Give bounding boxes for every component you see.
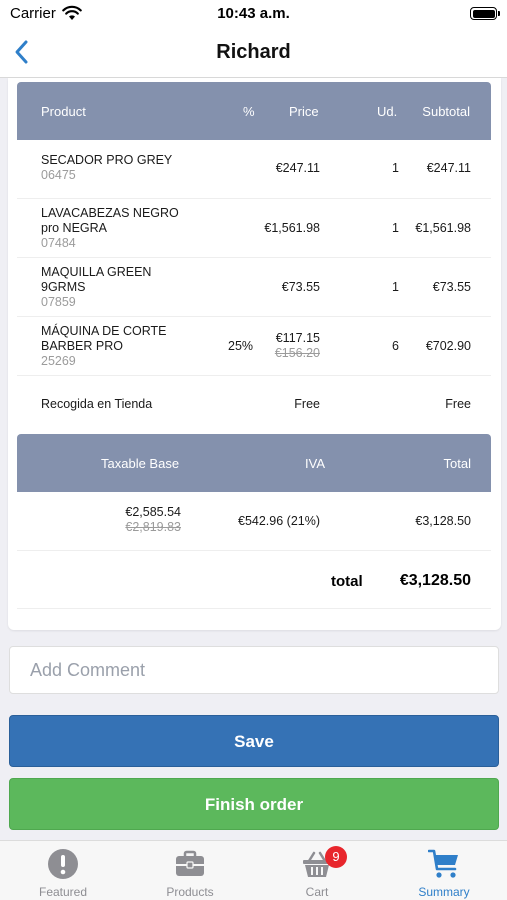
product-code: 06475 — [41, 168, 76, 182]
tab-summary-label: Summary — [418, 885, 470, 899]
product-price: €1,561.98 — [264, 221, 320, 235]
tab-featured[interactable]: Featured — [0, 841, 126, 900]
header-subtotal: Subtotal — [422, 104, 470, 119]
product-name: MAQUILLA GREEN 9GRMS — [41, 265, 152, 294]
tab-featured-label: Featured — [38, 885, 88, 899]
order-summary-card: Product % Price Ud. Subtotal SECADOR PRO… — [8, 78, 501, 630]
header-price: Price — [289, 104, 319, 119]
briefcase-icon — [176, 850, 204, 876]
tab-summary[interactable]: Summary — [381, 841, 507, 900]
product-units: 1 — [392, 280, 399, 294]
shipping-row: Recogida en Tienda Free Free — [17, 376, 491, 432]
totals-table-header: Taxable Base IVA Total — [17, 434, 491, 492]
grand-total-label: total — [331, 573, 363, 590]
totals-row: €2,585.54 €2,819.83 €542.96 (21%) €3,128… — [17, 492, 491, 551]
product-code: 25269 — [41, 354, 76, 368]
product-name: MÁQUINA DE CORTE BARBER PRO — [41, 324, 167, 353]
tab-bar: Featured Products 9 Cart Summary — [0, 840, 507, 900]
header-taxable-base: Taxable Base — [101, 456, 180, 471]
shipping-subtotal: Free — [445, 397, 471, 411]
total-value: €3,128.50 — [415, 514, 471, 528]
navigation-bar: Richard — [0, 28, 507, 78]
product-price: €117.15 — [275, 331, 320, 345]
status-time: 10:43 a.m. — [217, 5, 290, 22]
product-subtotal: €702.90 — [425, 339, 471, 353]
save-button[interactable]: Save — [9, 715, 499, 767]
product-units: 1 — [392, 221, 399, 235]
taxable-base-value: €2,585.54 — [125, 505, 181, 519]
taxable-base-cell: €2,585.54 €2,819.83 — [125, 505, 181, 535]
exclamation-circle-icon — [48, 849, 78, 879]
header-units: Ud. — [377, 104, 398, 119]
status-bar: Carrier 10:43 a.m. — [0, 0, 507, 28]
products-table-header: Product % Price Ud. Subtotal — [17, 82, 491, 140]
product-units: 6 — [392, 339, 399, 353]
product-code: 07859 — [41, 295, 76, 309]
product-cell: LAVACABEZAS NEGRO pro NEGRA 07484 — [41, 206, 191, 251]
product-price-cell: €117.15 €156.20 — [275, 331, 320, 361]
grand-total-row: total €3,128.50 — [17, 551, 491, 609]
product-cell: MÁQUINA DE CORTE BARBER PRO 25269 — [41, 324, 191, 369]
table-row: SECADOR PRO GREY 06475 €247.11 1 €247.11 — [17, 140, 491, 199]
product-subtotal: €247.11 — [426, 161, 471, 175]
product-name: LAVACABEZAS NEGRO pro NEGRA — [41, 206, 179, 235]
tab-products-label: Products — [166, 885, 214, 899]
header-total: Total — [443, 456, 471, 471]
comment-input[interactable] — [9, 646, 499, 694]
product-price: €73.55 — [281, 280, 320, 294]
product-units: 1 — [392, 161, 399, 175]
finish-order-button[interactable]: Finish order — [9, 778, 499, 830]
grand-total-value: €3,128.50 — [399, 572, 471, 589]
tab-cart[interactable]: 9 Cart — [254, 841, 380, 900]
product-subtotal: €1,561.98 — [415, 221, 471, 235]
shipping-label: Recogida en Tienda — [41, 397, 153, 411]
page-title: Richard — [216, 41, 291, 63]
product-price: €247.11 — [275, 161, 320, 175]
tab-cart-label: Cart — [305, 885, 329, 899]
product-discount: 25% — [228, 339, 254, 353]
product-original-price: €156.20 — [274, 346, 320, 360]
iva-value: €542.96 (21%) — [238, 514, 321, 528]
header-iva: IVA — [305, 456, 325, 471]
tab-products[interactable]: Products — [127, 841, 253, 900]
product-subtotal: €73.55 — [432, 280, 471, 294]
product-code: 07484 — [41, 236, 76, 250]
table-row: LAVACABEZAS NEGRO pro NEGRA 07484 €1,561… — [17, 199, 491, 258]
battery-icon — [470, 7, 500, 20]
cart-icon — [428, 849, 458, 878]
product-cell: SECADOR PRO GREY 06475 — [41, 153, 191, 183]
table-row: MÁQUINA DE CORTE BARBER PRO 25269 25% €1… — [17, 317, 491, 376]
header-percent: % — [243, 104, 255, 119]
header-product: Product — [41, 104, 86, 119]
product-cell: MAQUILLA GREEN 9GRMS 07859 — [41, 265, 191, 310]
taxable-base-original: €2,819.83 — [125, 520, 181, 534]
product-name: SECADOR PRO GREY — [41, 153, 173, 167]
shipping-price: Free — [294, 397, 320, 411]
table-row: MAQUILLA GREEN 9GRMS 07859 €73.55 1 €73.… — [17, 258, 491, 317]
cart-badge: 9 — [325, 846, 347, 868]
